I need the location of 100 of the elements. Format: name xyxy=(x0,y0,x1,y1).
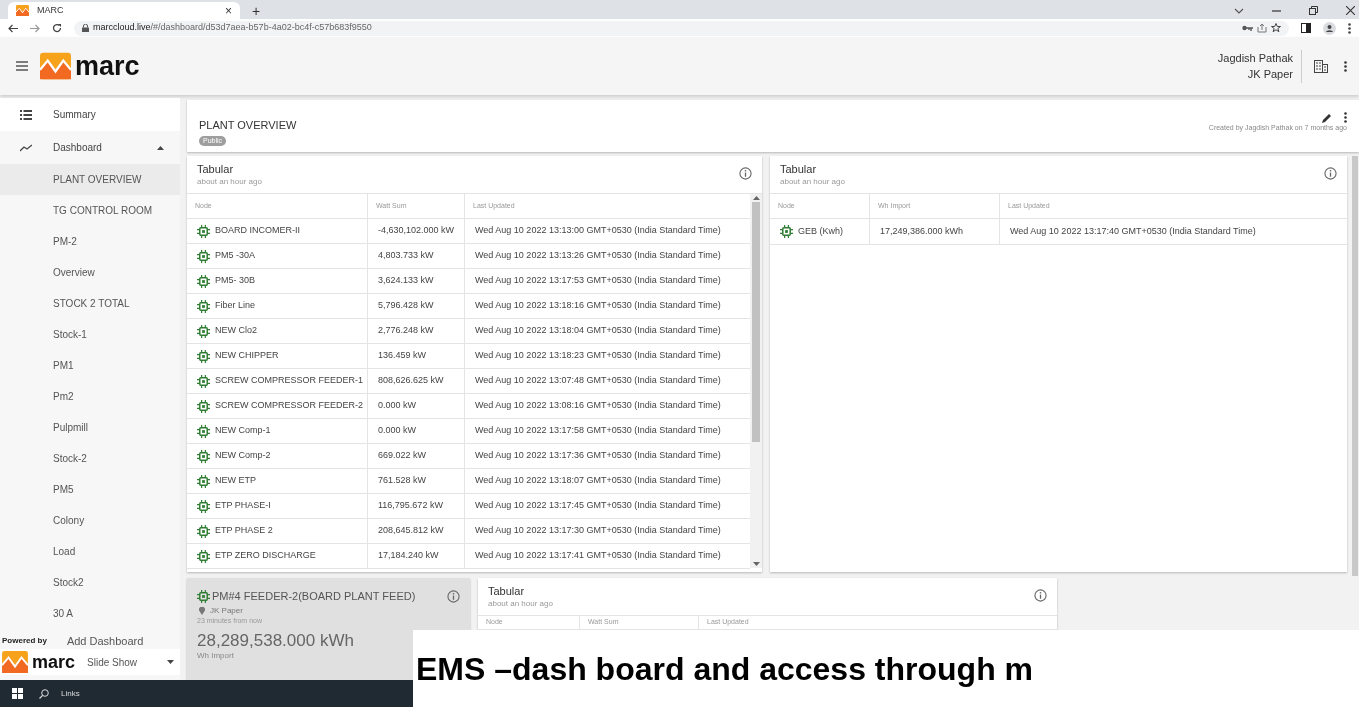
table-cell-text: Wed Aug 10 2022 13:18:04 GMT+0530 (India Standard Time) xyxy=(474,324,722,338)
logo-text: marc xyxy=(75,52,140,80)
key-icon[interactable] xyxy=(1242,25,1253,31)
dashboard-link[interactable]: Pm2 xyxy=(0,381,180,412)
dashboard-link[interactable]: Colony xyxy=(0,505,180,536)
card-title: Tabular xyxy=(780,162,818,176)
dashboard-link[interactable]: STOCK 2 TOTAL xyxy=(0,288,180,319)
info-icon[interactable] xyxy=(1324,167,1337,180)
forward-icon[interactable] xyxy=(30,23,40,33)
table-cell-text: Wed Aug 10 2022 13:18:23 GMT+0530 (India Standard Time) xyxy=(474,349,722,363)
browser-tab[interactable]: MARC × xyxy=(8,2,240,19)
chip-icon xyxy=(197,399,210,413)
user-name: Jagdish Pathak xyxy=(1217,50,1293,66)
dashboard-link[interactable]: 30 A xyxy=(0,598,180,629)
windows-icon[interactable] xyxy=(12,688,23,699)
chip-icon xyxy=(197,374,210,388)
menu-icon[interactable] xyxy=(16,61,28,71)
scroll-down-icon[interactable] xyxy=(752,562,760,566)
table-cell: 3,624.133 kW xyxy=(368,269,465,293)
scrollbar[interactable] xyxy=(1352,156,1358,576)
table-cell: NEW Comp-2 xyxy=(187,444,368,468)
scroll-up-icon[interactable] xyxy=(752,196,760,200)
info-icon[interactable] xyxy=(739,167,752,180)
dashboard-link[interactable]: Stock-2 xyxy=(0,443,180,474)
chip-icon xyxy=(197,299,210,313)
table-cell: BOARD INCOMER-II xyxy=(187,219,368,243)
address-bar[interactable]: marccloud.live/#/dashboard/d53d7aea-b57b-4a02-bc4f-c57b683f9550 xyxy=(74,20,1289,36)
dashboard-link[interactable]: Load xyxy=(0,536,180,567)
scrollbar[interactable] xyxy=(750,194,762,568)
share-icon[interactable] xyxy=(1257,23,1267,33)
table-cell: 808,626.625 kW xyxy=(368,369,465,393)
more-icon[interactable] xyxy=(1344,112,1347,123)
side-panel-icon[interactable] xyxy=(1301,23,1311,33)
table-cell-text: Wed Aug 10 2022 13:08:16 GMT+0530 (India Standard Time) xyxy=(474,399,722,413)
dashboard-link[interactable]: PM5 xyxy=(0,474,180,505)
chip-icon xyxy=(197,249,210,263)
info-icon[interactable] xyxy=(1034,589,1047,602)
chevron-down-icon[interactable] xyxy=(1234,7,1244,15)
table-cell-text: Wed Aug 10 2022 13:07:48 GMT+0530 (India Standard Time) xyxy=(474,374,722,388)
location-text: JK Paper xyxy=(210,604,243,617)
table-cell: PM5- 30B xyxy=(187,269,368,293)
dashboard-link[interactable]: TG CONTROL ROOM xyxy=(0,195,180,226)
tab-title: MARC xyxy=(37,3,65,17)
table-cell: NEW Clo2 xyxy=(187,319,368,343)
table-cell: -4,630,102.000 kW xyxy=(368,219,465,243)
tab-close-button[interactable]: × xyxy=(225,4,232,17)
restore-icon[interactable] xyxy=(1309,6,1318,15)
table-cell-text: Wed Aug 10 2022 13:17:41 GMT+0530 (India Standard Time) xyxy=(474,549,722,563)
edit-icon[interactable] xyxy=(1322,112,1332,123)
back-icon[interactable] xyxy=(8,23,18,33)
info-icon[interactable] xyxy=(447,589,460,603)
table-cell: ETP PHASE-I xyxy=(187,494,368,518)
table-cell: ETP ZERO DISCHARGE xyxy=(187,544,368,568)
reload-icon[interactable] xyxy=(52,23,62,33)
table-cell: 4,803.733 kW xyxy=(368,244,465,268)
dashboard-link[interactable]: PM-2 xyxy=(0,226,180,257)
sidebar-item[interactable]: Dashboard xyxy=(0,131,180,164)
table-cell: 17,184.240 kW xyxy=(368,544,465,568)
table-cell: 136.459 kW xyxy=(368,344,465,368)
table-cell: 17,249,386.000 kWh xyxy=(870,219,1000,244)
chip-icon xyxy=(197,589,210,603)
new-tab-button[interactable]: + xyxy=(252,4,261,18)
dashboard-link[interactable]: PLANT OVERVIEW xyxy=(0,164,180,195)
table-cell: SCREW COMPRESSOR FEEDER-2 xyxy=(187,394,368,418)
star-icon[interactable] xyxy=(1271,23,1281,33)
chip-icon xyxy=(197,449,210,463)
table-cell: ETP PHASE 2 xyxy=(187,519,368,543)
table-cell: 0.000 kW xyxy=(368,419,465,443)
dashboard-link[interactable]: Pulpmill xyxy=(0,412,180,443)
sidebar-item[interactable]: Summary xyxy=(0,98,180,131)
dashboard-link[interactable]: Stock-1 xyxy=(0,319,180,350)
table-cell: Fiber Line xyxy=(187,294,368,318)
table-cell: 116,795.672 kW xyxy=(368,494,465,518)
slide-show-dropdown[interactable]: Slide Show xyxy=(87,654,175,670)
powered-by-text: Powered by xyxy=(2,635,47,647)
table-cell-text: Wed Aug 10 2022 13:18:07 GMT+0530 (India Standard Time) xyxy=(474,474,722,488)
dashboard-link[interactable]: PM1 xyxy=(0,350,180,381)
dashboard-link[interactable]: Overview xyxy=(0,257,180,288)
location-pin-icon xyxy=(199,606,205,615)
url-text: marccloud.live/#/dashboard/d53d7aea-b57b-4a02-bc4f-c57b683f9550 xyxy=(93,21,372,35)
table-cell: GEB (Kwh) xyxy=(770,219,870,244)
taskbar-search[interactable]: Links xyxy=(39,687,80,700)
dashboard-link[interactable]: Stock2 xyxy=(0,567,180,598)
card-subtitle: about an hour ago xyxy=(488,598,553,610)
chip-icon xyxy=(197,474,210,488)
caret-icon[interactable] xyxy=(167,660,175,664)
chip-icon xyxy=(197,549,210,563)
organization-name: JK Paper xyxy=(1247,67,1293,82)
close-icon[interactable] xyxy=(1346,6,1355,15)
caret-icon[interactable] xyxy=(157,145,164,150)
more-icon[interactable] xyxy=(1348,22,1351,34)
profile-icon[interactable] xyxy=(1323,21,1336,35)
building-icon[interactable] xyxy=(1314,59,1328,73)
list-icon xyxy=(20,109,32,120)
more-icon[interactable] xyxy=(1344,60,1347,72)
logo-icon xyxy=(16,5,29,16)
table-cell-text: Wed Aug 10 2022 13:17:40 GMT+0530 (India Standard Time) xyxy=(1009,224,1257,238)
add-dashboard-link[interactable]: Add Dashboard xyxy=(66,632,144,649)
table-cell: PM5 -30A xyxy=(187,244,368,268)
table-cell-text: Wed Aug 10 2022 13:17:53 GMT+0530 (India Standard Time) xyxy=(474,274,722,288)
